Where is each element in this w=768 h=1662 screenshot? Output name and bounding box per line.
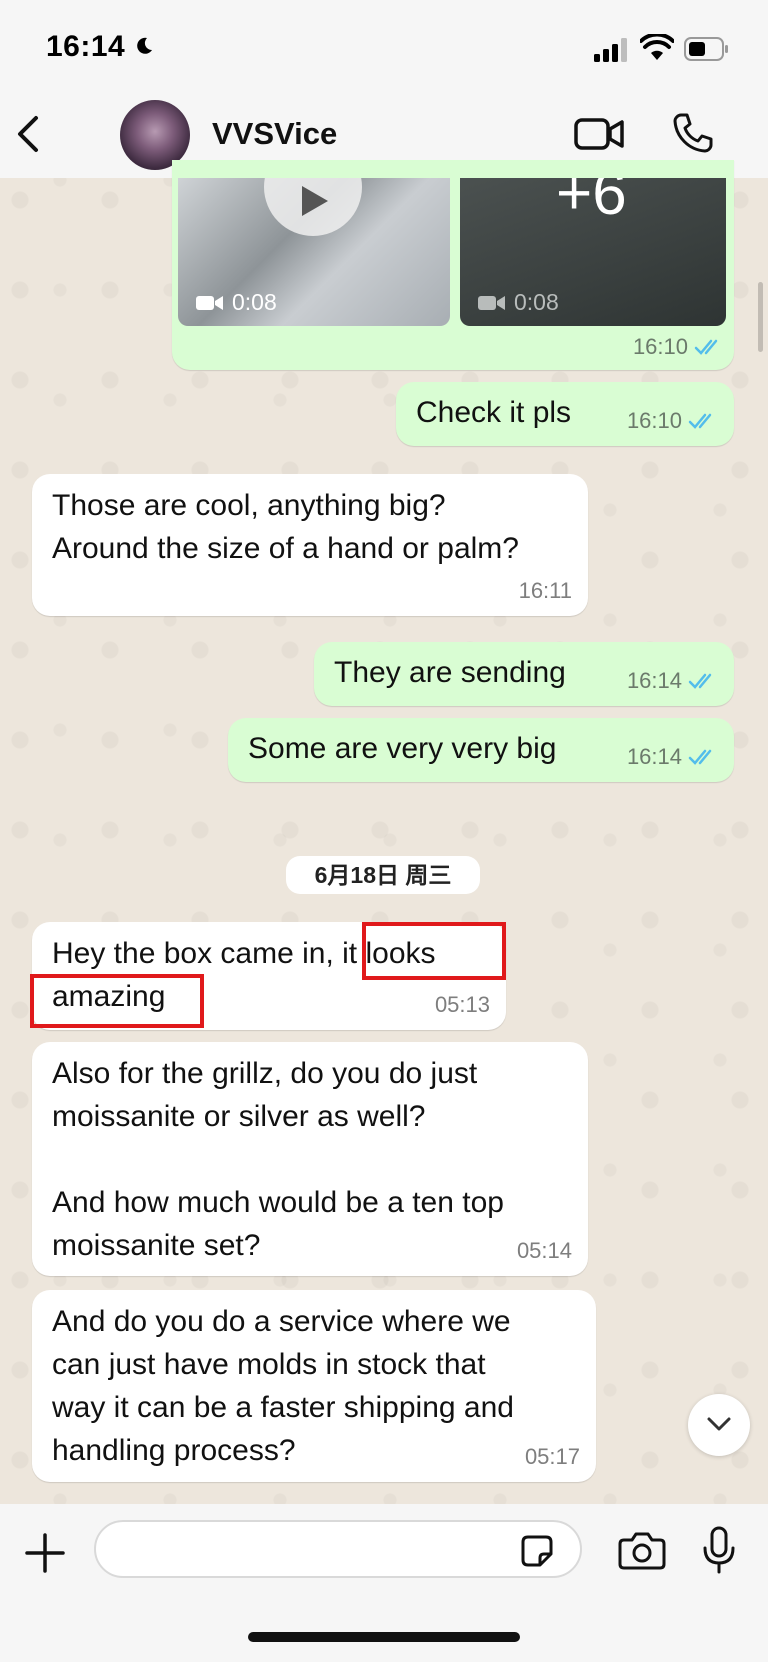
video-call-icon[interactable] bbox=[574, 114, 626, 154]
battery-icon bbox=[684, 37, 728, 61]
double-check-icon bbox=[688, 673, 712, 689]
message-text: Those are cool, anything big? Around the… bbox=[52, 489, 519, 565]
double-check-icon bbox=[688, 749, 712, 765]
video-thumbnail-more[interactable]: +6 0:08 bbox=[460, 178, 726, 326]
video-thumbnail[interactable]: 0:08 bbox=[178, 178, 450, 326]
message-time: 16:14 bbox=[626, 744, 682, 769]
play-icon bbox=[302, 186, 328, 216]
message-meta: 16:10 bbox=[627, 408, 718, 434]
video-duration-text: 0:08 bbox=[514, 289, 559, 315]
highlight-box bbox=[362, 922, 506, 980]
message-meta: 16:14 bbox=[627, 744, 718, 770]
message-bubble-outgoing[interactable]: Check it pls 16:10 bbox=[396, 382, 734, 446]
message-text: Check it pls bbox=[416, 396, 572, 429]
home-indicator bbox=[248, 1632, 520, 1642]
message-time: 05:17 bbox=[524, 1444, 580, 1469]
video-duration: 0:08 bbox=[196, 289, 277, 316]
video-duration: 0:08 bbox=[478, 289, 559, 316]
highlight-box bbox=[30, 974, 204, 1028]
message-time: 05:14 bbox=[516, 1238, 572, 1263]
message-bubble-incoming[interactable]: Also for the grillz, do you do just mois… bbox=[32, 1042, 588, 1276]
message-input[interactable] bbox=[114, 1530, 498, 1570]
signal-icon bbox=[594, 38, 627, 62]
message-text: Also for the grillz, do you do just mois… bbox=[52, 1057, 504, 1262]
message-meta: 16:11 bbox=[519, 578, 572, 604]
message-meta: 16:14 bbox=[627, 668, 718, 694]
moon-icon bbox=[137, 37, 152, 54]
status-time: 16:14 bbox=[46, 30, 126, 63]
message-bubble-outgoing[interactable]: Some are very very big 16:14 bbox=[228, 718, 734, 782]
message-time: 05:13 bbox=[434, 992, 490, 1017]
message-input-box[interactable] bbox=[94, 1520, 582, 1578]
microphone-icon[interactable] bbox=[702, 1526, 736, 1574]
scroll-to-bottom-button[interactable] bbox=[688, 1394, 750, 1456]
video-duration-text: 0:08 bbox=[232, 289, 277, 315]
message-time: 16:14 bbox=[626, 668, 682, 693]
video-camera-icon bbox=[196, 295, 223, 310]
more-media-count: +6 bbox=[556, 178, 627, 228]
contact-name[interactable]: VVSVice bbox=[212, 116, 337, 152]
message-text: And do you do a service where we can jus… bbox=[52, 1305, 514, 1467]
message-meta: 16:10 bbox=[633, 334, 724, 360]
message-meta: 05:17 bbox=[525, 1444, 580, 1470]
double-check-icon bbox=[688, 413, 712, 429]
message-bubble-incoming[interactable]: And do you do a service where we can jus… bbox=[32, 1290, 596, 1482]
message-text: Some are very very big bbox=[248, 732, 557, 765]
date-separator: 6月18日 周三 bbox=[286, 856, 480, 894]
media-album: 0:08 +6 0:08 16:10 bbox=[178, 178, 734, 374]
message-meta: 05:14 bbox=[517, 1238, 572, 1264]
message-text: They are sending bbox=[334, 656, 566, 689]
play-button[interactable] bbox=[264, 178, 362, 236]
message-time: 16:10 bbox=[626, 408, 682, 433]
back-icon[interactable] bbox=[14, 114, 44, 154]
status-bar: 16:14 bbox=[0, 0, 768, 96]
video-camera-icon bbox=[478, 295, 505, 310]
camera-icon[interactable] bbox=[618, 1530, 666, 1570]
chevron-down-icon bbox=[707, 1417, 731, 1431]
double-check-icon bbox=[694, 339, 718, 355]
message-time: 16:11 bbox=[518, 578, 572, 603]
scrollbar[interactable] bbox=[758, 282, 763, 352]
message-time: 16:10 bbox=[632, 334, 688, 359]
phone-icon[interactable] bbox=[672, 112, 714, 154]
message-bubble-incoming[interactable]: Those are cool, anything big? Around the… bbox=[32, 474, 588, 616]
wifi-icon bbox=[640, 34, 674, 60]
sticker-icon[interactable] bbox=[520, 1534, 554, 1568]
message-composer bbox=[0, 1504, 768, 1662]
plus-icon[interactable] bbox=[24, 1532, 66, 1574]
message-meta: 05:13 bbox=[435, 992, 490, 1018]
message-bubble-outgoing[interactable]: They are sending 16:14 bbox=[314, 642, 734, 706]
